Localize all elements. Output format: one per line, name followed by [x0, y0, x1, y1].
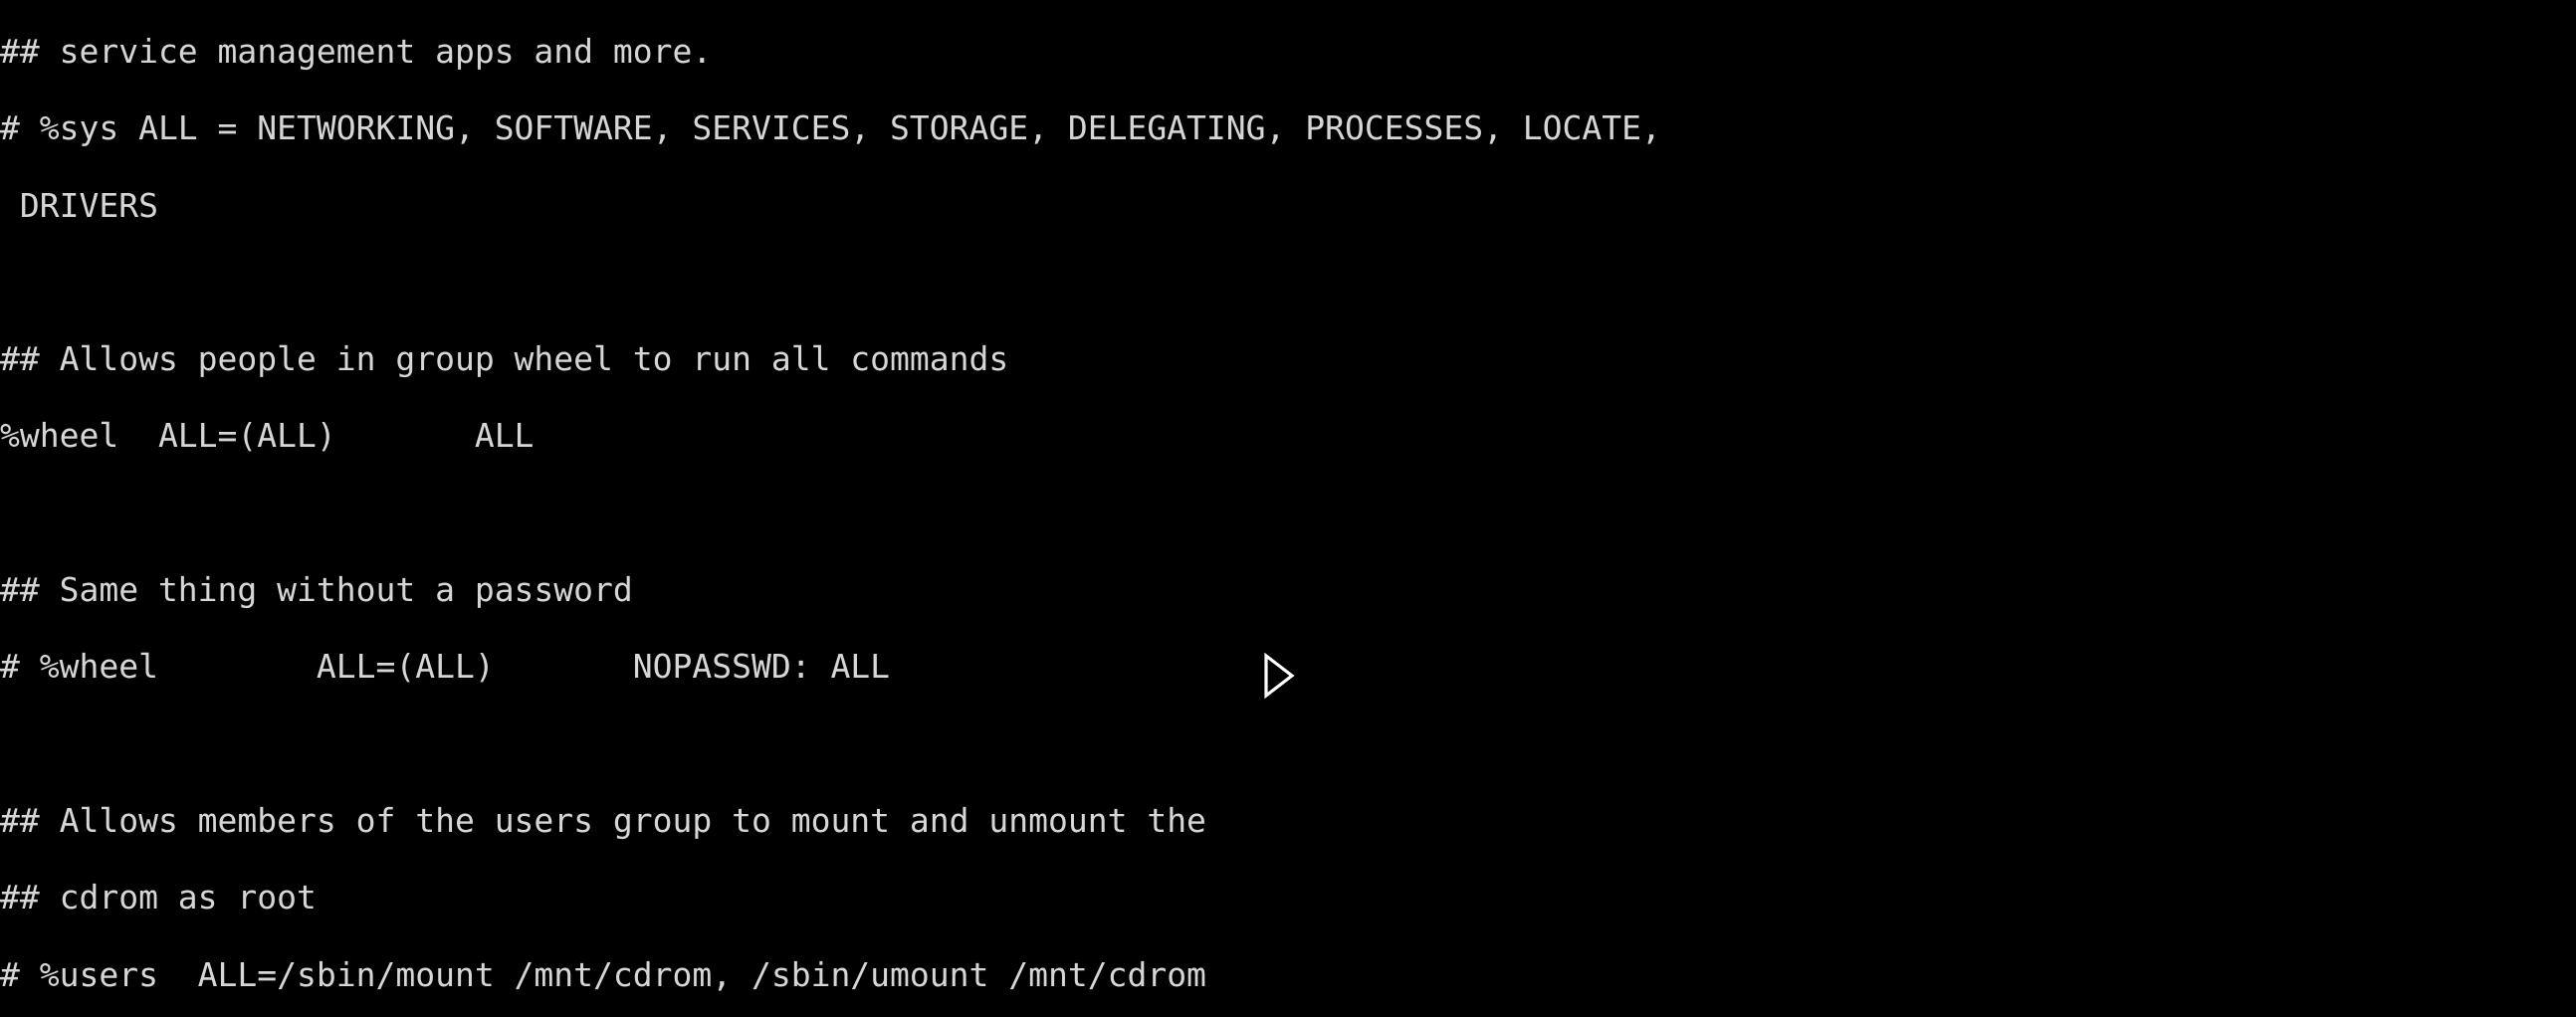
terminal-line: ## service management apps and more.	[0, 32, 713, 71]
terminal-line: # %users ALL=/sbin/mount /mnt/cdrom, /sb…	[0, 954, 1206, 994]
terminal-line: # %sys ALL = NETWORKING, SOFTWARE, SERVI…	[0, 108, 1661, 148]
terminal-window[interactable]: ## service management apps and more. # %…	[0, 0, 2576, 1017]
terminal-line: ## Allows people in group wheel to run a…	[0, 339, 1009, 379]
terminal-line: DRIVERS	[0, 185, 158, 225]
terminal-line: # %wheel ALL=(ALL) NOPASSWD: ALL	[0, 647, 891, 687]
terminal-line: ## cdrom as root	[0, 878, 317, 917]
terminal-screen[interactable]: ## service management apps and more. # %…	[0, 0, 2576, 1017]
terminal-line: ## Allows members of the users group to …	[0, 800, 1206, 840]
terminal-line: ## Same thing without a password	[0, 570, 633, 610]
terminal-line: %wheel ALL=(ALL) ALL	[0, 416, 535, 456]
